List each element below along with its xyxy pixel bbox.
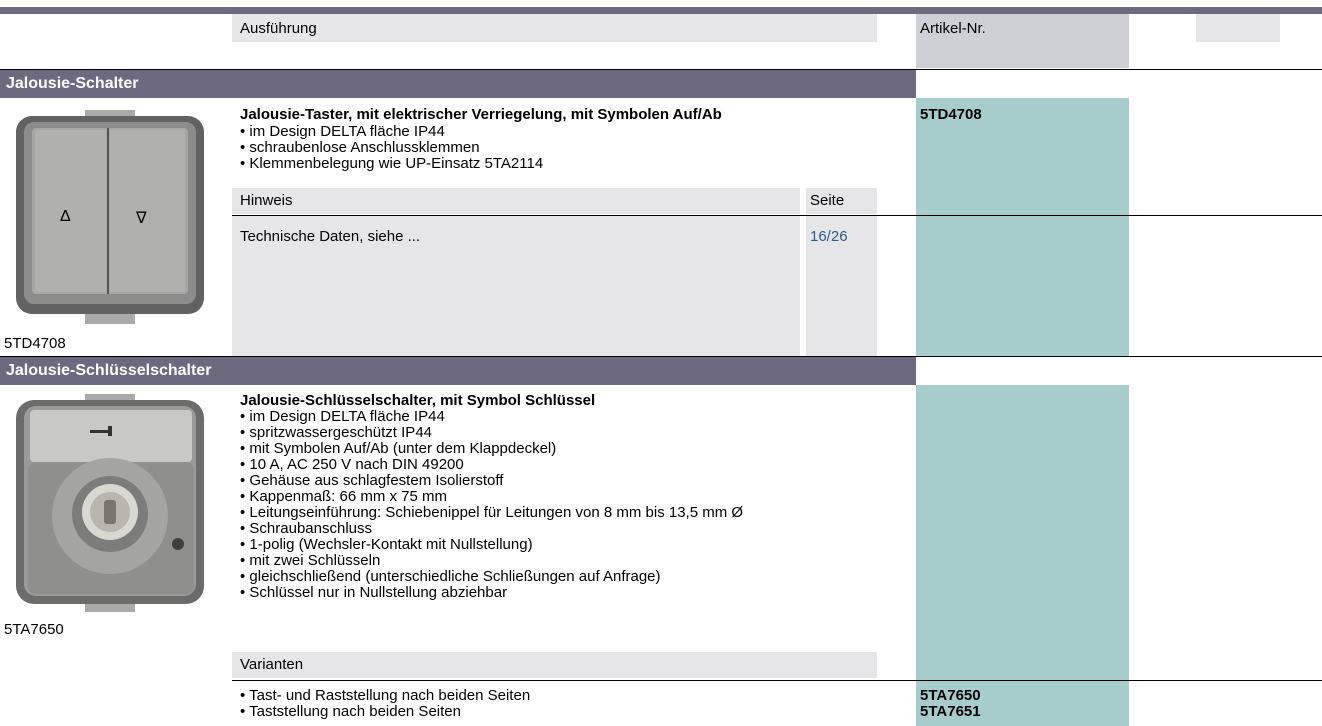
seite-label: Seite bbox=[810, 192, 845, 209]
header-extra-cell bbox=[1196, 14, 1280, 42]
section-title-jalousie-schalter: Jalousie-Schalter bbox=[0, 70, 916, 98]
feature-item: • Leitungseinführung: Schiebenippel für … bbox=[240, 504, 744, 521]
table-rule bbox=[232, 680, 1322, 681]
hinweis-label: Hinweis bbox=[240, 192, 293, 209]
article-number: 5TD4708 bbox=[920, 106, 982, 123]
hinweis-text: Technische Daten, siehe ... bbox=[240, 228, 421, 245]
feature-item: • mit Symbolen Auf/Ab (unter dem Klappde… bbox=[240, 440, 557, 457]
feature-item: • Klemmenbelegung wie UP-Einsatz 5TA2114 bbox=[240, 155, 544, 172]
article-column bbox=[916, 98, 1129, 356]
arrow-down-icon: ∇ bbox=[136, 210, 147, 227]
header-artikel-label: Artikel-Nr. bbox=[920, 20, 986, 37]
feature-item: • Schraubanschluss bbox=[240, 520, 372, 537]
feature-item: • 1-polig (Wechsler-Kontakt mit Nullstel… bbox=[240, 536, 533, 553]
product-caption: 5TA7650 bbox=[4, 621, 64, 638]
varianten-header-cell bbox=[232, 652, 877, 678]
article-column bbox=[916, 385, 1129, 726]
feature-item: • 10 A, AC 250 V nach DIN 49200 bbox=[240, 456, 464, 473]
product-heading: Jalousie-Taster, mit elektrischer Verrie… bbox=[240, 106, 722, 123]
page-reference-link[interactable]: 16/26 bbox=[810, 228, 848, 246]
feature-item: • schraubenlose Anschlussklemmen bbox=[240, 139, 480, 156]
article-number: 5TA7650 bbox=[920, 687, 981, 704]
feature-list: • im Design DELTA fläche IP44 • spritzwa… bbox=[240, 409, 743, 601]
feature-list: • im Design DELTA fläche IP44 • schraube… bbox=[240, 124, 543, 172]
feature-item: • Gehäuse aus schlagfestem Isolierstoff bbox=[240, 472, 504, 489]
feature-item: • Kappenmaß: 66 mm x 75 mm bbox=[240, 488, 447, 505]
hinweis-header-cell bbox=[232, 188, 800, 214]
product-image-schluesselschalter bbox=[10, 392, 210, 616]
feature-item: • im Design DELTA fläche IP44 bbox=[240, 408, 445, 425]
product-image-jalousie-taster bbox=[10, 108, 210, 326]
section-title-jalousie-schluesselschalter: Jalousie-Schlüsselschalter bbox=[0, 357, 916, 385]
product-heading: Jalousie-Schlüsselschalter, mit Symbol S… bbox=[240, 392, 596, 409]
feature-item: • spritzwassergeschützt IP44 bbox=[240, 424, 432, 441]
variant-articles: 5TA7650 5TA7651 bbox=[920, 688, 981, 720]
feature-item: • gleichschließend (unterschiedliche Sch… bbox=[240, 568, 661, 585]
header-ausfuehrung-cell bbox=[232, 14, 877, 42]
arrow-up-icon: Δ bbox=[60, 208, 71, 225]
header-ausfuehrung-label: Ausführung bbox=[240, 20, 317, 37]
feature-item: • mit zwei Schlüsseln bbox=[240, 552, 381, 569]
feature-item: • Schlüssel nur in Nullstellung abziehba… bbox=[240, 584, 508, 601]
feature-item: • im Design DELTA fläche IP44 bbox=[240, 123, 445, 140]
varianten-label: Varianten bbox=[240, 656, 304, 673]
variant-item: • Taststellung nach beiden Seiten bbox=[240, 703, 461, 720]
top-bar bbox=[0, 7, 1322, 14]
article-number: 5TA7651 bbox=[920, 703, 981, 720]
variant-item: • Tast- und Raststellung nach beiden Sei… bbox=[240, 687, 531, 704]
product-caption: 5TD4708 bbox=[4, 335, 66, 352]
variant-list: • Tast- und Raststellung nach beiden Sei… bbox=[240, 688, 530, 720]
